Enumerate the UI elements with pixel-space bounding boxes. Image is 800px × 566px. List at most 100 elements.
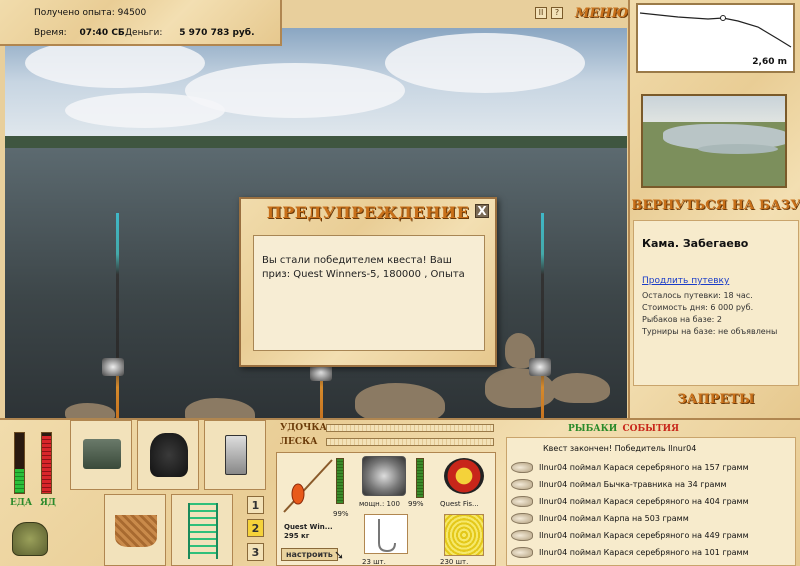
time-row: Время: 07:40 СБ — [34, 28, 125, 38]
rod-item[interactable] — [280, 456, 336, 516]
return-to-base-button[interactable]: ВЕРНУТЬСЯ НА БАЗУ — [630, 198, 800, 213]
list-item: Ilnur04 поймал Бычка-травника на 34 грам… — [511, 476, 793, 492]
depth-map[interactable]: 2,60 m — [636, 3, 795, 73]
fish-icon — [511, 512, 533, 524]
time-value: 07:40 СБ — [79, 28, 125, 38]
fishing-rod-3[interactable] — [541, 213, 544, 418]
keepnet-icon — [188, 503, 218, 559]
permit-hours: Осталось путевки: 18 час. — [642, 291, 753, 300]
bait-count: 230 шт. — [440, 558, 469, 566]
stamina-meter — [41, 432, 52, 494]
list-item: Ilnur04 поймал Карпа на 503 грамм — [511, 510, 793, 526]
event-text: Ilnur04 поймал Карпа на 503 грамм — [539, 513, 689, 523]
money-value: 5 970 783 руб. — [179, 28, 255, 38]
hook-item[interactable] — [364, 514, 408, 554]
reel-durability: 99% — [408, 500, 424, 508]
location-name: Кама. Забегаево — [642, 237, 749, 250]
reel-durability-meter — [416, 458, 424, 498]
phone-icon — [225, 435, 247, 475]
depth-value: 2,60 m — [752, 57, 787, 67]
inventory-slot-backpack[interactable] — [137, 420, 199, 490]
tab-fishers[interactable]: РЫБАКИ — [568, 424, 617, 434]
dialog-message: Вы стали победителем квеста! Ваш приз: Q… — [253, 235, 485, 351]
inventory-slot-tackle-box[interactable] — [70, 420, 132, 490]
tab-events[interactable]: СОБЫТИЯ — [622, 424, 679, 434]
right-panel: 2,60 m ВЕРНУТЬСЯ НА БАЗУ Кама. Забегаево… — [628, 0, 800, 418]
fishing-line-item[interactable] — [444, 458, 484, 494]
inventory-slot-phone[interactable] — [204, 420, 266, 490]
top-menu: II ? МЕНЮ — [535, 4, 628, 22]
rod-durability-meter — [336, 458, 344, 504]
warning-dialog: ПРЕДУПРЕЖДЕНИЕ X Вы стали победителем кв… — [239, 197, 497, 367]
time-label: Время: — [34, 28, 67, 38]
line-label: ЛЕСКА — [280, 437, 318, 447]
food-meter — [14, 432, 25, 494]
arrow-icon: ➘ — [334, 548, 345, 562]
location-photo — [641, 94, 787, 188]
hook-icon — [378, 519, 396, 553]
hook-count: 23 шт. — [362, 558, 386, 566]
base-info-panel: Кама. Забегаево Продлить путевку Осталос… — [633, 220, 799, 386]
rod-slot-2-button[interactable]: 2 — [247, 519, 264, 537]
day-cost: Стоимость дня: 6 000 руб. — [642, 303, 754, 312]
fish-icon — [511, 495, 533, 507]
inventory-slot-basket[interactable] — [104, 494, 166, 566]
fishing-rod-1[interactable] — [116, 213, 119, 418]
bans-button[interactable]: ЗАПРЕТЫ — [630, 392, 800, 407]
event-text: Ilnur04 поймал Карася серебряного на 157… — [539, 462, 749, 472]
menu-button[interactable]: МЕНЮ — [575, 6, 628, 21]
fishers-count: Рыбаков на базе: 2 — [642, 315, 722, 324]
basket-icon — [115, 515, 157, 547]
list-item: Ilnur04 поймал Карася серебряного на 157… — [511, 459, 793, 475]
money-label: Деньги: — [125, 28, 163, 38]
line-name: Quest Fis... — [440, 500, 479, 508]
xp-value: 94500 — [117, 8, 147, 18]
line-tension-bar — [326, 438, 494, 446]
stamina-label: ЯД — [40, 498, 56, 508]
status-bar: Получено опыта: 94500 Время: 07:40 СБ Де… — [0, 0, 282, 46]
close-icon[interactable]: X — [475, 204, 489, 218]
event-text: Ilnur04 поймал Карася серебряного на 449… — [539, 530, 749, 540]
reel-1[interactable] — [102, 358, 124, 376]
reel-power: мощн.: 100 — [359, 500, 400, 508]
inventory-slot-keepnet[interactable] — [171, 494, 233, 566]
fish-icon — [511, 529, 533, 541]
fish-icon — [511, 546, 533, 558]
rod-label: УДОЧКА — [280, 423, 327, 433]
rod-tension-bar — [326, 424, 494, 432]
fish-icon — [511, 478, 533, 490]
reel-item[interactable] — [362, 456, 406, 496]
base-info-list: Осталось путевки: 18 час. Стоимость дня:… — [642, 290, 790, 338]
help-button[interactable]: ? — [551, 7, 563, 19]
fish-icon — [511, 461, 533, 473]
list-item: Ilnur04 поймал Карася серебряного на 404… — [511, 493, 793, 509]
food-label: ЕДА — [10, 498, 33, 508]
food-bag-icon[interactable] — [12, 522, 48, 556]
setup-button[interactable]: настроить — [281, 548, 338, 561]
reel-3[interactable] — [529, 358, 551, 376]
events-log: Квест закончен! Победитель Ilnur04 Ilnur… — [506, 437, 796, 566]
xp-row: Получено опыта: 94500 — [34, 8, 146, 18]
rod-name: Quest Win... — [284, 523, 333, 531]
rock — [550, 373, 610, 403]
list-item: Ilnur04 поймал Карася серебряного на 101… — [511, 544, 793, 560]
list-item: Ilnur04 поймал Карася серебряного на 449… — [511, 527, 793, 543]
backpack-icon — [150, 433, 188, 477]
events-tabs: РЫБАКИ СОБЫТИЯ — [568, 424, 679, 434]
pause-button[interactable]: II — [535, 7, 547, 19]
cloud — [385, 33, 585, 93]
quest-finished-line: Квест закончен! Победитель Ilnur04 — [543, 444, 697, 453]
event-text: Ilnur04 поймал Бычка-травника на 34 грам… — [539, 479, 727, 489]
xp-label: Получено опыта: — [34, 8, 115, 18]
money-row: Деньги: 5 970 783 руб. — [125, 28, 255, 38]
dialog-title: ПРЕДУПРЕЖДЕНИЕ — [266, 203, 470, 222]
rod-icon — [283, 459, 333, 513]
tackle-box-icon — [83, 439, 121, 469]
extend-permit-link[interactable]: Продлить путевку — [642, 276, 790, 286]
rod-slot-3-button[interactable]: 3 — [247, 543, 264, 561]
event-text: Ilnur04 поймал Карася серебряного на 404… — [539, 496, 749, 506]
rod-slot-1-button[interactable]: 1 — [247, 496, 264, 514]
event-text: Ilnur04 поймал Карася серебряного на 101… — [539, 547, 749, 557]
bait-item[interactable] — [444, 514, 484, 556]
cloud — [65, 93, 225, 128]
